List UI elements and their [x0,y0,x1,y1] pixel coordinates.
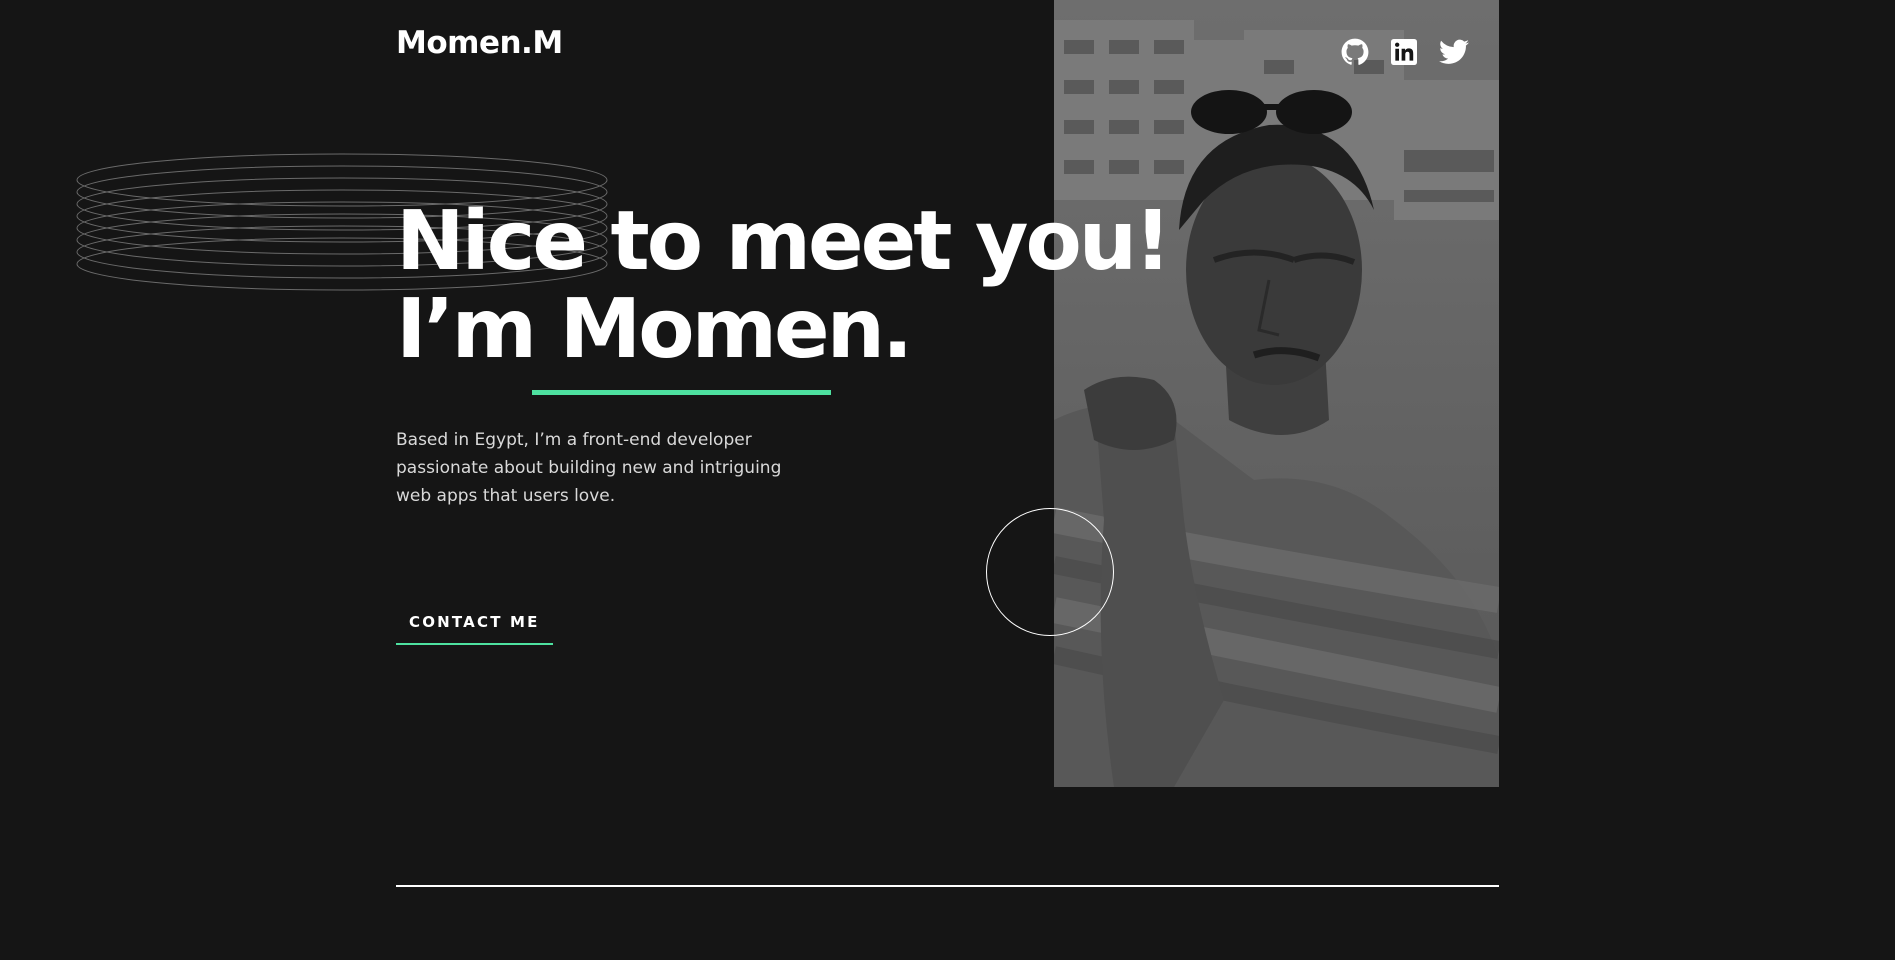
twitter-link[interactable] [1439,37,1469,67]
site-logo[interactable]: Momen.M [396,28,563,59]
github-link[interactable] [1340,37,1370,67]
github-icon [1341,38,1369,65]
intro-text: Based in Egypt, I’m a front-end develope… [396,430,782,506]
linkedin-link[interactable] [1389,37,1419,67]
linkedin-icon [1391,39,1417,65]
hero-title: Nice to meet you! I’m Momen. [396,194,1172,377]
decorative-circle [986,508,1114,636]
hero-title-line2: I’m Momen. [396,282,913,377]
section-divider [396,885,1499,887]
hero-title-line1: Nice to meet you! [396,194,1172,289]
profile-photo [1054,0,1499,787]
name-underline [532,390,831,395]
contact-me-button[interactable]: CONTACT ME [396,613,553,645]
twitter-icon [1439,39,1469,64]
